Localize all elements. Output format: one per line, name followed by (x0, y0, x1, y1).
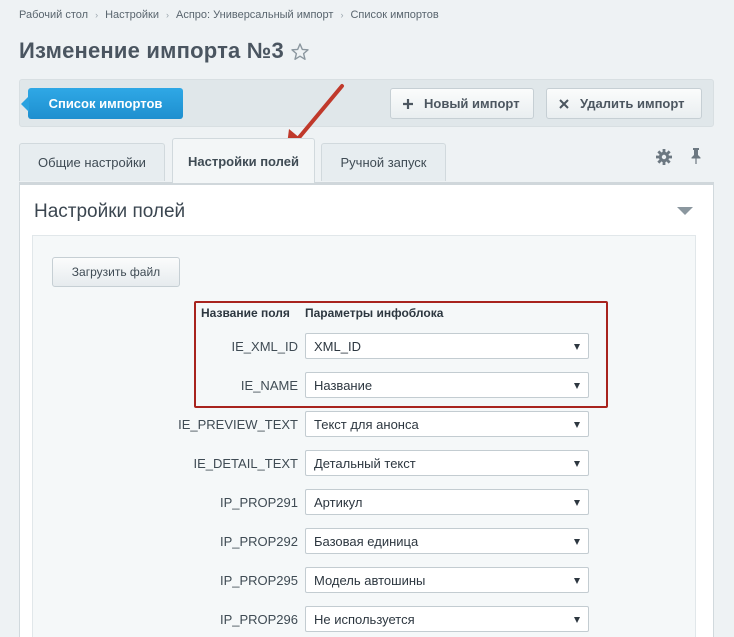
dropdown-arrow-icon (574, 344, 580, 350)
field-select[interactable]: Детальный текст (305, 450, 589, 476)
field-select-value: Детальный текст (314, 455, 416, 471)
field-select[interactable]: Название (305, 372, 589, 398)
field-select[interactable]: Модель автошины (305, 567, 589, 593)
field-label: IE_DETAIL_TEXT (193, 456, 298, 471)
field-select-value: Текст для анонса (314, 416, 419, 432)
tab-general-label: Общие настройки (38, 155, 146, 170)
field-label: IP_PROP296 (219, 612, 298, 627)
field-label: IE_NAME (240, 378, 298, 393)
load-file-label: Загрузить файл (71, 265, 161, 279)
tab-manual-run[interactable]: Ручной запуск (321, 143, 446, 181)
breadcrumb-separator: › (340, 10, 344, 20)
field-select-value: Не используется (314, 611, 415, 627)
page-title: Изменение импорта №3 (19, 38, 284, 63)
toolbar: Список импортов Новый импорт Удалить имп… (19, 79, 714, 127)
pin-icon[interactable] (689, 147, 703, 165)
field-label: IE_XML_ID (231, 339, 298, 354)
breadcrumb-separator: › (166, 10, 169, 20)
breadcrumb-imports[interactable]: Список импортов (350, 9, 438, 21)
dropdown-arrow-icon (574, 539, 580, 545)
field-select[interactable]: XML_ID (305, 333, 589, 359)
new-import-button[interactable]: Новый импорт (390, 88, 534, 119)
field-select[interactable]: Не используется (305, 606, 589, 632)
dropdown-arrow-icon (574, 422, 580, 428)
dropdown-arrow-icon (574, 461, 580, 467)
field-select-value: Модель автошины (314, 572, 426, 588)
load-file-button[interactable]: Загрузить файл (52, 257, 180, 287)
breadcrumb-desktop[interactable]: Рабочий стол (19, 9, 88, 21)
field-settings-panel: Настройки полей Загрузить файл Название … (19, 182, 714, 637)
breadcrumb: Рабочий стол › Настройки › Аспро: Универсаль… (19, 9, 439, 21)
tab-general-settings[interactable]: Общие настройки (19, 143, 165, 181)
dropdown-arrow-icon (574, 500, 580, 506)
dropdown-arrow-icon (574, 383, 580, 389)
section-title: Настройки полей (34, 201, 186, 222)
tab-field-settings[interactable]: Настройки полей (172, 138, 315, 183)
field-label: IE_PREVIEW_TEXT (178, 417, 298, 432)
field-select-value: Базовая единица (314, 533, 419, 549)
gear-icon[interactable] (655, 148, 673, 166)
imports-list-label: Список импортов (48, 96, 163, 111)
field-select[interactable]: Артикул (305, 489, 589, 515)
field-select-value: Название (314, 377, 373, 393)
breadcrumb-settings[interactable]: Настройки (105, 9, 159, 21)
field-select[interactable]: Базовая единица (305, 528, 589, 554)
close-icon (559, 98, 569, 109)
fields-form: Загрузить файл Название поля Параметры и… (32, 235, 696, 637)
field-select-value: XML_ID (314, 338, 361, 354)
delete-import-label: Удалить импорт (580, 96, 685, 111)
collapse-icon[interactable] (677, 207, 693, 215)
tab-manual-label: Ручной запуск (340, 155, 427, 170)
column-header-iblock-params: Параметры инфоблока (305, 306, 444, 320)
tab-fields-label: Настройки полей (188, 153, 299, 169)
dropdown-arrow-icon (574, 617, 580, 623)
new-import-label: Новый импорт (424, 96, 520, 111)
delete-import-button[interactable]: Удалить импорт (546, 88, 702, 119)
plus-icon (403, 98, 413, 109)
dropdown-arrow-icon (574, 578, 580, 584)
breadcrumb-module[interactable]: Аспро: Универсальный импорт (176, 9, 333, 21)
star-icon[interactable] (290, 42, 310, 62)
breadcrumb-separator: › (95, 10, 99, 20)
field-select-value: Артикул (314, 494, 363, 510)
field-select[interactable]: Текст для анонса (305, 411, 589, 437)
field-label: IP_PROP295 (219, 573, 298, 588)
column-header-field-name: Название поля (201, 306, 290, 320)
imports-list-button[interactable]: Список импортов (21, 88, 183, 119)
field-label: IP_PROP292 (219, 534, 298, 549)
field-label: IP_PROP291 (219, 495, 298, 510)
